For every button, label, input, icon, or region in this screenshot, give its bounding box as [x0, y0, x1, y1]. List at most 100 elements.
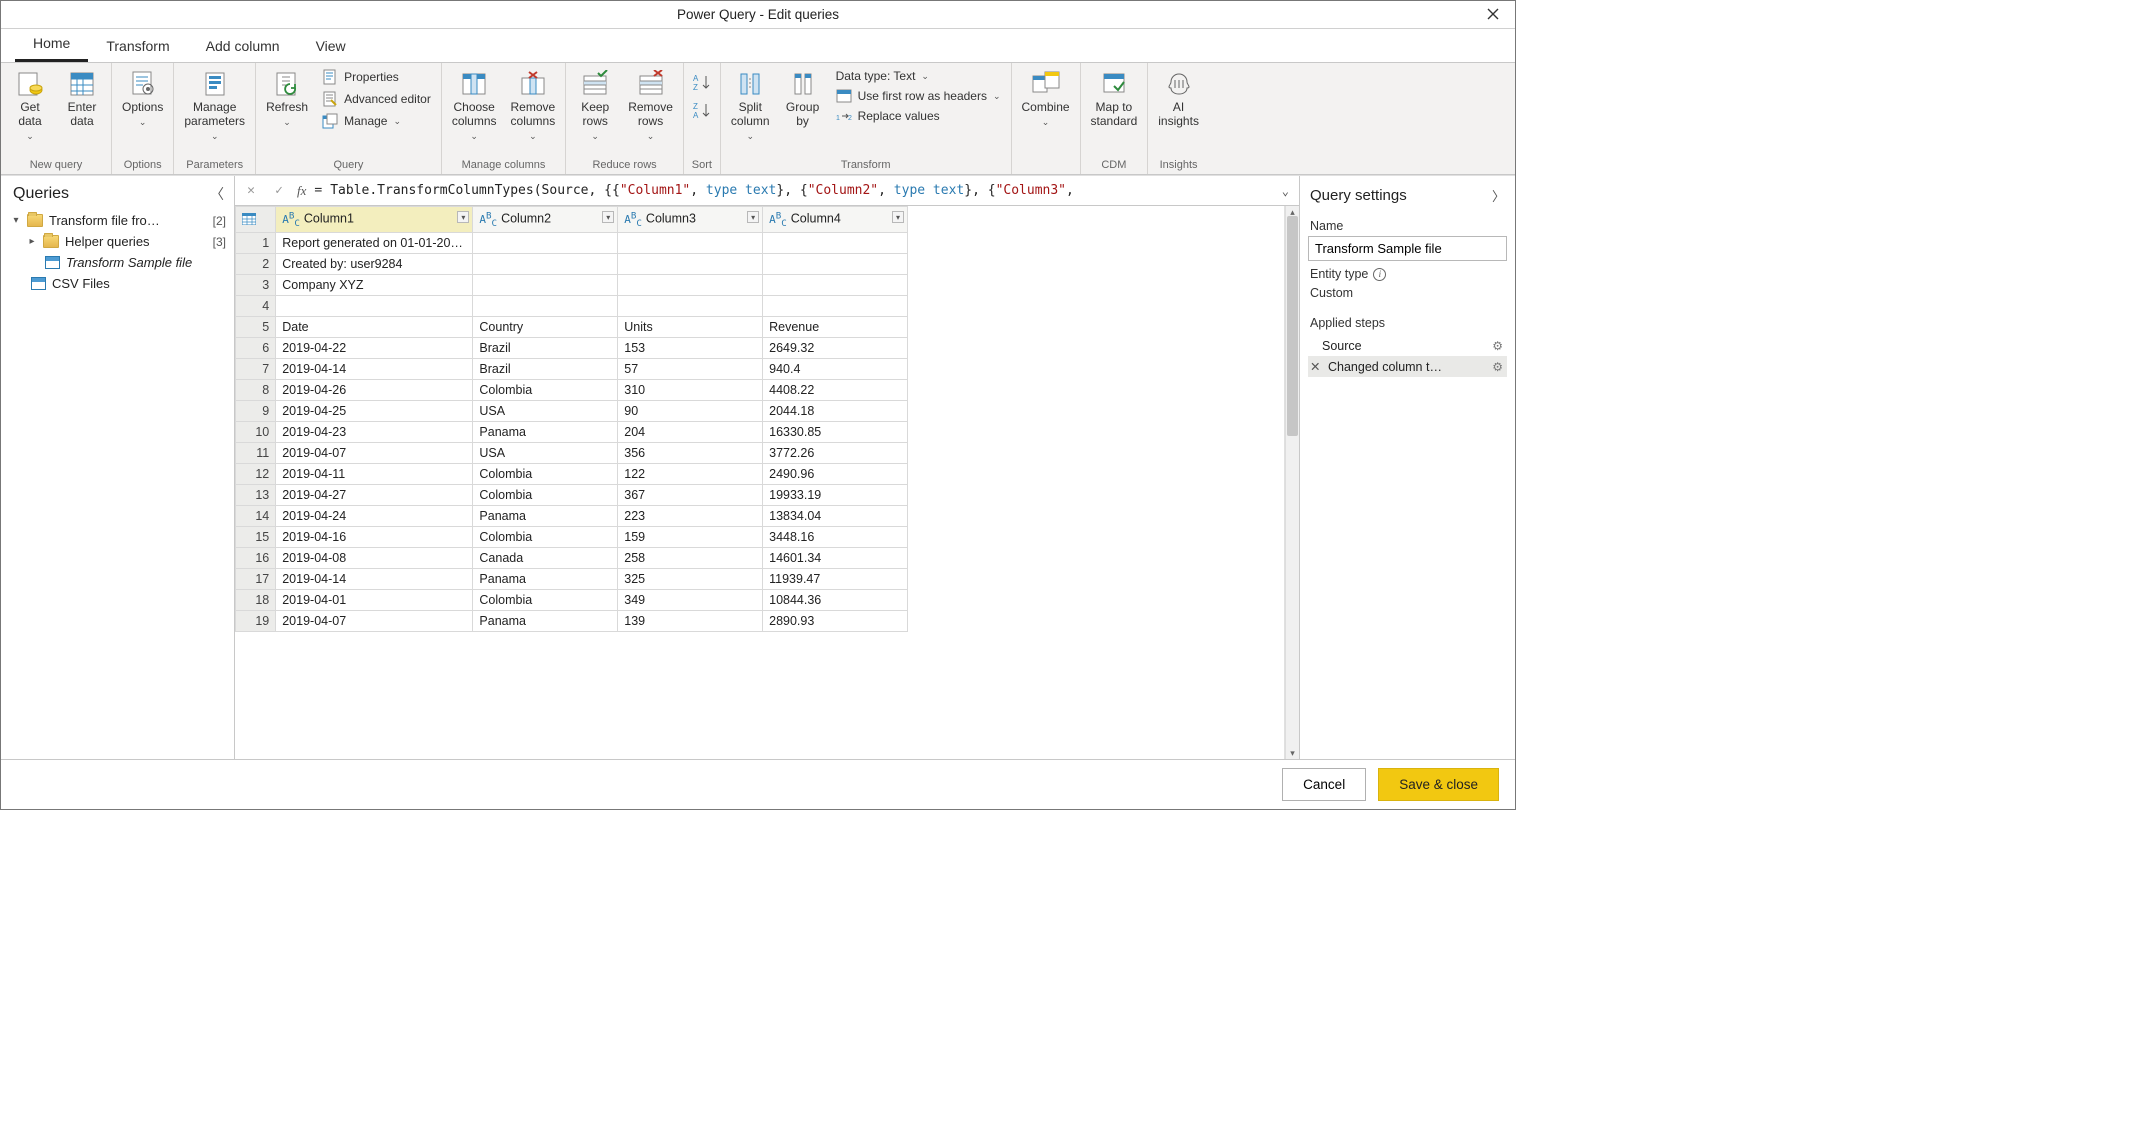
cell[interactable]: 2019-04-26 — [276, 379, 473, 400]
queries-folder-transform-file[interactable]: ▾ Transform file fro… [2] — [1, 210, 234, 231]
cell[interactable] — [473, 253, 618, 274]
cell[interactable]: 10844.36 — [763, 589, 908, 610]
cell[interactable]: 3448.16 — [763, 526, 908, 547]
cell[interactable] — [763, 274, 908, 295]
cell[interactable]: 2019-04-14 — [276, 358, 473, 379]
table-row[interactable]: 92019-04-25USA902044.18 — [236, 400, 908, 421]
cell[interactable]: 2019-04-14 — [276, 568, 473, 589]
column-filter-button[interactable]: ▾ — [602, 211, 614, 223]
refresh-button[interactable]: Refresh ⌄ — [262, 67, 312, 129]
cell[interactable] — [763, 253, 908, 274]
row-number[interactable]: 8 — [236, 379, 276, 400]
row-number[interactable]: 1 — [236, 232, 276, 253]
cell[interactable]: 2019-04-07 — [276, 610, 473, 631]
column-header-4[interactable]: ABCColumn4▾ — [763, 207, 908, 233]
close-button[interactable] — [1475, 2, 1511, 26]
enter-data-button[interactable]: Enter data — [59, 67, 105, 131]
scroll-down-icon[interactable]: ▾ — [1286, 747, 1299, 759]
cell[interactable]: 139 — [618, 610, 763, 631]
cell[interactable]: USA — [473, 400, 618, 421]
cell[interactable]: Brazil — [473, 337, 618, 358]
row-number[interactable]: 11 — [236, 442, 276, 463]
cell[interactable]: 204 — [618, 421, 763, 442]
cell[interactable]: Colombia — [473, 484, 618, 505]
cell[interactable]: 2019-04-11 — [276, 463, 473, 484]
table-row[interactable]: 72019-04-14Brazil57940.4 — [236, 358, 908, 379]
row-number[interactable]: 6 — [236, 337, 276, 358]
row-number[interactable]: 2 — [236, 253, 276, 274]
table-row[interactable]: 112019-04-07USA3563772.26 — [236, 442, 908, 463]
column-filter-button[interactable]: ▾ — [457, 211, 469, 223]
formula-input[interactable]: Table.TransformColumnTypes(Source, {{"Co… — [330, 183, 1270, 198]
table-row[interactable]: 132019-04-27Colombia36719933.19 — [236, 484, 908, 505]
table-row[interactable]: 152019-04-16Colombia1593448.16 — [236, 526, 908, 547]
map-to-standard-button[interactable]: Map to standard — [1087, 67, 1142, 131]
save-close-button[interactable]: Save & close — [1378, 768, 1499, 801]
cell[interactable]: 11939.47 — [763, 568, 908, 589]
tab-home[interactable]: Home — [15, 29, 88, 62]
cell[interactable]: 2019-04-25 — [276, 400, 473, 421]
cell[interactable]: 122 — [618, 463, 763, 484]
cell[interactable]: 2019-04-16 — [276, 526, 473, 547]
table-row[interactable]: 5DateCountryUnitsRevenue — [236, 316, 908, 337]
info-icon[interactable]: i — [1373, 268, 1386, 281]
options-button[interactable]: Options ⌄ — [118, 67, 167, 129]
cancel-button[interactable]: Cancel — [1282, 768, 1366, 801]
column-header-2[interactable]: ABCColumn2▾ — [473, 207, 618, 233]
cell[interactable]: 13834.04 — [763, 505, 908, 526]
cell[interactable]: Canada — [473, 547, 618, 568]
row-number[interactable]: 19 — [236, 610, 276, 631]
row-number[interactable]: 16 — [236, 547, 276, 568]
gear-icon[interactable]: ⚙ — [1492, 360, 1503, 374]
split-column-button[interactable]: Split column⌄ — [727, 67, 774, 143]
cell[interactable] — [618, 253, 763, 274]
cell[interactable]: 258 — [618, 547, 763, 568]
table-row[interactable]: 1Report generated on 01-01-20… — [236, 232, 908, 253]
datatype-button[interactable]: Data type: Text ⌄ — [832, 67, 1005, 85]
replace-values-button[interactable]: 12 Replace values — [832, 107, 1005, 125]
data-grid[interactable]: ABCColumn1▾ ABCColumn2▾ ABCColumn3▾ ABCC… — [235, 206, 1285, 759]
table-row[interactable]: 172019-04-14Panama32511939.47 — [236, 568, 908, 589]
row-number[interactable]: 4 — [236, 295, 276, 316]
cell[interactable] — [618, 274, 763, 295]
table-row[interactable]: 82019-04-26Colombia3104408.22 — [236, 379, 908, 400]
table-row[interactable]: 142019-04-24Panama22313834.04 — [236, 505, 908, 526]
cell[interactable]: 16330.85 — [763, 421, 908, 442]
cell[interactable]: 90 — [618, 400, 763, 421]
cell[interactable]: 310 — [618, 379, 763, 400]
cell[interactable]: 325 — [618, 568, 763, 589]
cell[interactable]: Date — [276, 316, 473, 337]
table-row[interactable]: 182019-04-01Colombia34910844.36 — [236, 589, 908, 610]
applied-step-source[interactable]: Source ⚙ — [1308, 336, 1507, 356]
cell[interactable] — [473, 274, 618, 295]
cell[interactable] — [276, 295, 473, 316]
queries-folder-helper[interactable]: ▸ Helper queries [3] — [1, 231, 234, 252]
cell[interactable]: Revenue — [763, 316, 908, 337]
vertical-scrollbar[interactable]: ▴ ▾ — [1285, 206, 1299, 759]
table-row[interactable]: 62019-04-22Brazil1532649.32 — [236, 337, 908, 358]
cell[interactable]: 2044.18 — [763, 400, 908, 421]
cell[interactable]: 367 — [618, 484, 763, 505]
keep-rows-button[interactable]: Keep rows⌄ — [572, 67, 618, 143]
row-number[interactable]: 3 — [236, 274, 276, 295]
group-by-button[interactable]: Group by — [780, 67, 826, 131]
scroll-thumb[interactable] — [1287, 216, 1298, 436]
queries-collapse-button[interactable]: 〈 — [210, 184, 224, 204]
cell[interactable]: Panama — [473, 610, 618, 631]
get-data-button[interactable]: Get data⌄ — [7, 67, 53, 143]
cell[interactable] — [618, 232, 763, 253]
choose-columns-button[interactable]: Choose columns⌄ — [448, 67, 501, 143]
applied-step-changed-column-type[interactable]: ✕ Changed column t… ⚙ — [1308, 356, 1507, 377]
cell[interactable]: 57 — [618, 358, 763, 379]
cell[interactable]: Panama — [473, 505, 618, 526]
cell[interactable]: 2019-04-22 — [276, 337, 473, 358]
cell[interactable]: 2490.96 — [763, 463, 908, 484]
row-number[interactable]: 13 — [236, 484, 276, 505]
column-header-1[interactable]: ABCColumn1▾ — [276, 207, 473, 233]
cell[interactable]: 3772.26 — [763, 442, 908, 463]
cell[interactable] — [473, 232, 618, 253]
row-number[interactable]: 7 — [236, 358, 276, 379]
manage-parameters-button[interactable]: Manage parameters⌄ — [180, 67, 249, 143]
query-name-input[interactable] — [1308, 236, 1507, 261]
column-filter-button[interactable]: ▾ — [892, 211, 904, 223]
